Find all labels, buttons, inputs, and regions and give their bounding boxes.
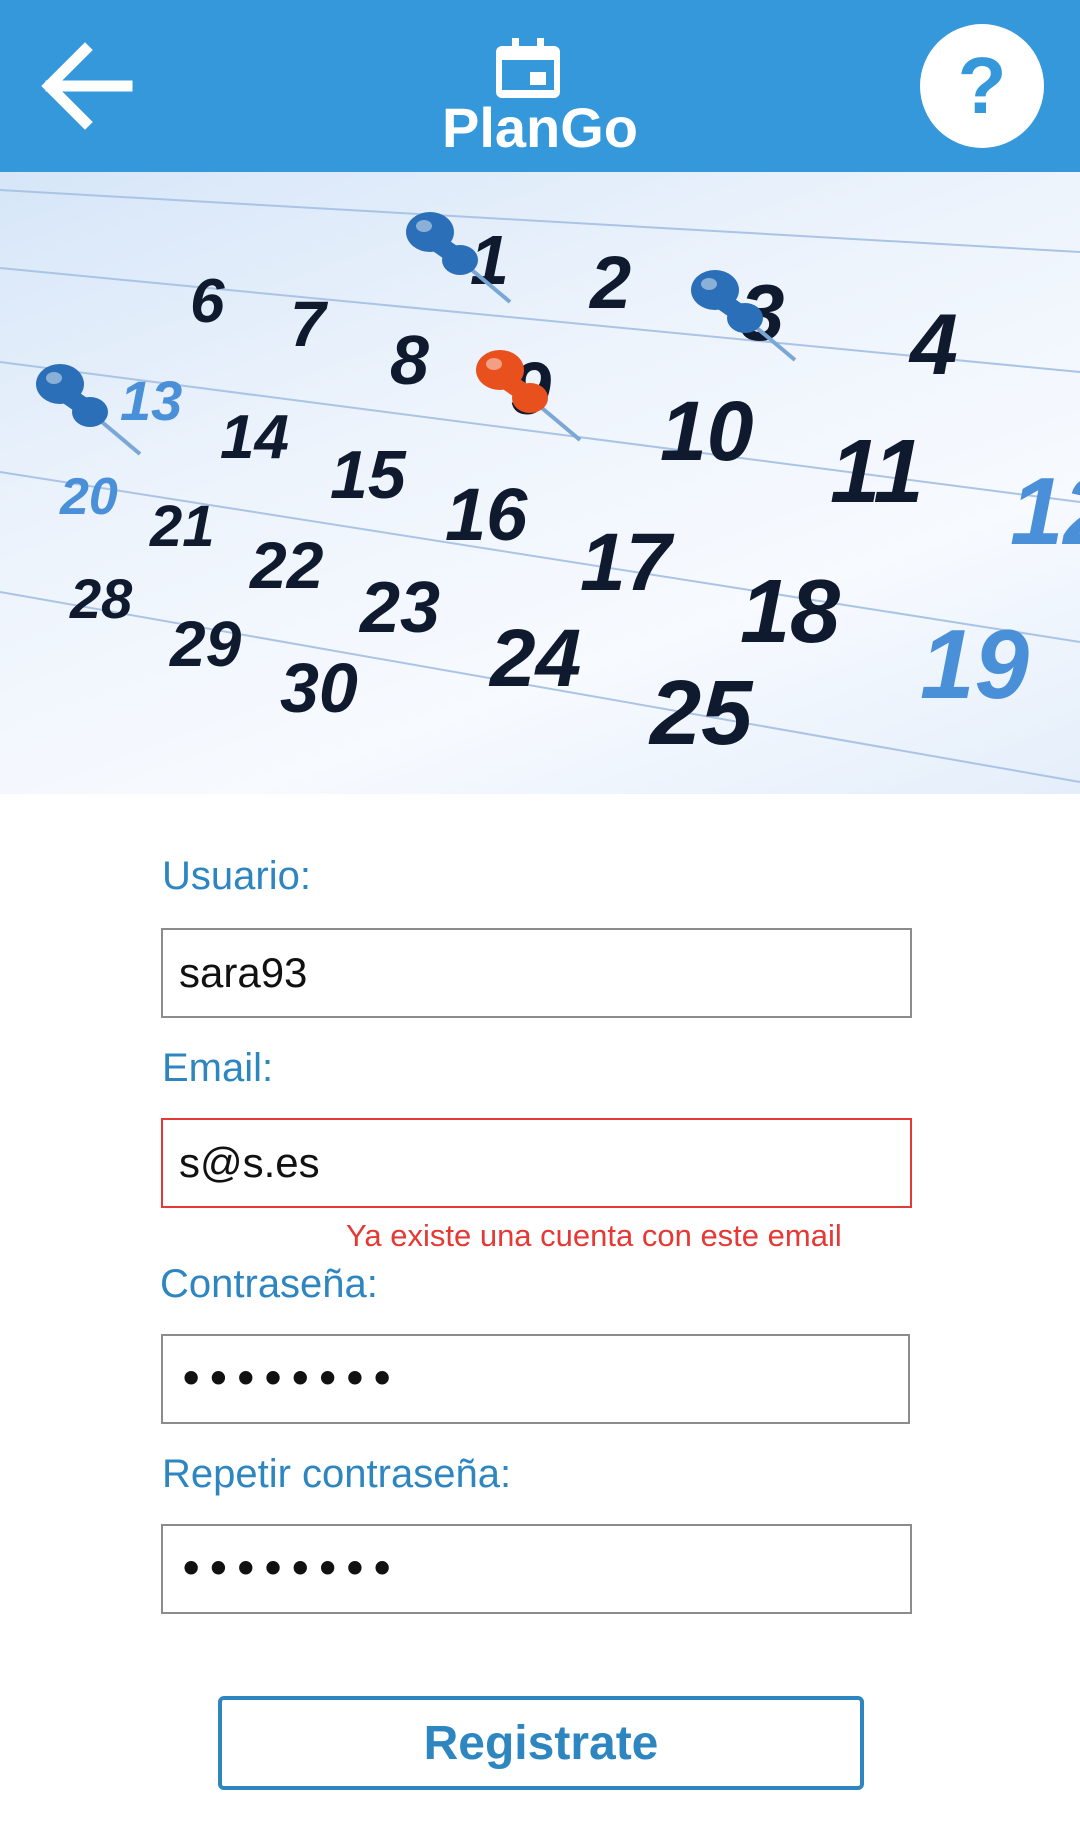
repeat-password-label: Repetir contraseña: xyxy=(162,1452,512,1496)
hero-day-number: 8 xyxy=(390,321,429,399)
repeat-password-value: •••••••• xyxy=(179,1547,398,1591)
username-value: sara93 xyxy=(179,949,308,996)
hero-day-number: 2 xyxy=(588,241,631,324)
register-button-label: Registrate xyxy=(423,1716,659,1770)
hero-day-number: 25 xyxy=(648,662,754,764)
calendar-icon xyxy=(496,38,560,98)
hero-day-number: 7 xyxy=(290,288,329,360)
app-bar: PlanGo ? xyxy=(0,0,1080,172)
hero-day-number: 10 xyxy=(660,384,753,478)
hero-day-number: 30 xyxy=(280,649,358,727)
hero-day-number: 14 xyxy=(220,403,289,472)
email-value: s@s.es xyxy=(179,1139,320,1186)
email-input[interactable]: s@s.es xyxy=(161,1118,912,1208)
hero-day-number: 20 xyxy=(59,468,118,526)
username-label: Usuario: xyxy=(162,854,311,898)
hero-day-number: 19 xyxy=(920,609,1030,719)
app-title: PlanGo xyxy=(441,96,639,159)
email-error-message: Ya existe una cuenta con este email xyxy=(346,1218,842,1253)
hero-day-number: 11 xyxy=(830,422,923,522)
password-value: •••••••• xyxy=(179,1357,398,1401)
repeat-password-input[interactable]: •••••••• xyxy=(161,1524,912,1614)
hero-day-number: 4 xyxy=(908,297,958,393)
hero-day-number: 18 xyxy=(740,562,840,662)
hero-day-number: 12 xyxy=(1010,458,1080,565)
help-icon: ? xyxy=(957,41,1007,130)
username-input[interactable]: sara93 xyxy=(161,928,912,1018)
hero-day-number: 13 xyxy=(120,369,182,432)
hero-day-number: 6 xyxy=(190,267,225,336)
hero-day-number: 29 xyxy=(169,608,242,680)
register-button[interactable]: Registrate xyxy=(218,1696,864,1790)
password-input[interactable]: •••••••• xyxy=(161,1334,910,1424)
hero-day-number: 21 xyxy=(149,494,215,559)
help-button[interactable]: ? xyxy=(920,24,1044,148)
hero-day-number: 23 xyxy=(358,568,440,648)
hero-day-number: 22 xyxy=(248,528,324,602)
hero-day-number: 15 xyxy=(330,437,407,513)
hero-day-number: 24 xyxy=(488,613,581,704)
hero-day-number: 16 xyxy=(445,473,528,556)
hero-calendar-image: 1234678910111213141516171819202122232425… xyxy=(0,172,1080,794)
password-label: Contraseña: xyxy=(160,1262,378,1306)
hero-day-number: 28 xyxy=(69,567,133,630)
hero-day-number: 17 xyxy=(580,517,675,608)
email-label: Email: xyxy=(162,1046,274,1090)
